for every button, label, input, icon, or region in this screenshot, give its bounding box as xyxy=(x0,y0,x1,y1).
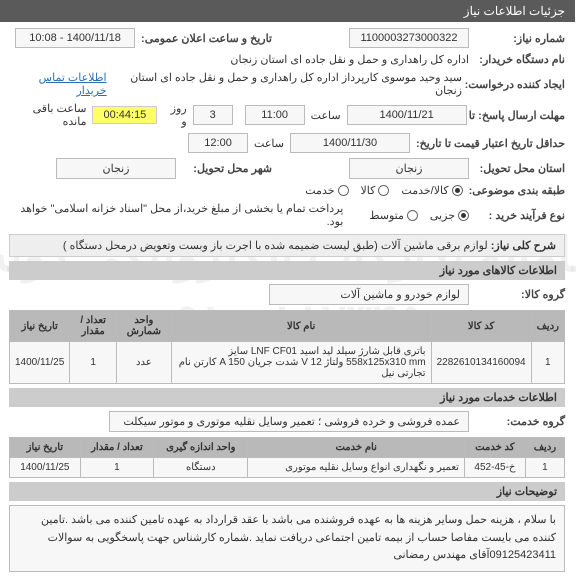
city-value: زنجان xyxy=(57,158,177,179)
subject-class-label: طبقه بندی موضوعی: xyxy=(470,184,566,197)
services-group-value: عمده فروشی و خرده فروشی ؛ تعمیر وسایل نق… xyxy=(110,411,470,432)
remaining-days: 3 xyxy=(194,105,234,125)
requester-value: سید وحید موسوی کارپرداز اداره کل راهداری… xyxy=(114,71,463,97)
radio-service[interactable] xyxy=(339,185,350,196)
page-header: جزئیات اطلاعات نیاز xyxy=(0,0,576,22)
table-row: 1 خ-45-452 تعمیر و نگهداری انواع وسایل ن… xyxy=(11,458,566,478)
province-label: استان محل تحویل: xyxy=(476,162,566,175)
requester-label: ایجاد کننده درخواست: xyxy=(469,78,566,91)
pub-time-value: 1400/11/18 - 10:08 xyxy=(16,28,136,48)
credit-date: 1400/11/30 xyxy=(291,133,411,153)
process-label: نوع فرآیند خرید : xyxy=(476,209,566,222)
province-value: زنجان xyxy=(350,158,470,179)
goods-section-header: اطلاعات کالاهای مورد نیاز xyxy=(10,261,566,280)
process-radios: جزیی متوسط xyxy=(370,209,470,222)
col-row: ردیف xyxy=(532,311,565,342)
page-title: جزئیات اطلاعات نیاز xyxy=(465,4,566,18)
reply-deadline-label: مهلت ارسال پاسخ: تا xyxy=(474,109,566,122)
reply-time-label: ساعت xyxy=(312,109,342,122)
buyer-contact-link[interactable]: اطلاعات تماس خریدار xyxy=(10,71,108,97)
col-qty: تعداد / مقدار xyxy=(71,311,118,342)
need-no-value: 1100003273000322 xyxy=(350,28,470,48)
need-no-label: شماره نیاز: xyxy=(476,32,566,45)
city-label: شهر محل تحویل: xyxy=(183,162,273,175)
need-title-label: شرح کلی نیاز: xyxy=(492,240,557,252)
pub-time-label: تاریخ و ساعت اعلان عمومی: xyxy=(142,32,273,45)
services-group-label: گروه خدمت: xyxy=(476,415,566,428)
need-title-value: لوازم برقی ماشین آلات (طبق لیست ضمیمه شد… xyxy=(64,240,489,252)
need-title-row: شرح کلی نیاز: لوازم برقی ماشین آلات (طبق… xyxy=(10,234,566,257)
services-table: ردیف کد خدمت نام خدمت واحد اندازه گیری ت… xyxy=(10,437,566,478)
explanations-text: با سلام ، هزینه حمل وسایر هزینه ها به عه… xyxy=(10,505,566,572)
col-unit: واحد شمارش xyxy=(117,311,172,342)
radio-minor[interactable] xyxy=(459,210,470,221)
radio-goods-service[interactable] xyxy=(453,185,464,196)
buyer-org-label: نام دستگاه خریدار: xyxy=(476,53,566,66)
remaining-days-label: روز و xyxy=(164,102,187,128)
countdown-timer: 00:44:15 xyxy=(93,106,158,124)
reply-time: 11:00 xyxy=(246,105,306,125)
buyer-org-value: اداره کل راهداری و حمل و نقل جاده ای است… xyxy=(231,53,470,66)
table-row: 1 2282610134160094 باتری قابل شارژ سیلد … xyxy=(11,342,566,384)
goods-group-label: گروه کالا: xyxy=(476,288,566,301)
subject-class-radios: کالا/خدمت کالا خدمت xyxy=(306,184,463,197)
radio-goods[interactable] xyxy=(379,185,390,196)
goods-table: ردیف کد کالا نام کالا واحد شمارش تعداد /… xyxy=(10,310,566,384)
reply-date: 1400/11/21 xyxy=(348,105,468,125)
col-date: تاریخ نیاز xyxy=(11,311,71,342)
radio-medium[interactable] xyxy=(408,210,419,221)
col-code: کد کالا xyxy=(432,311,532,342)
services-section-header: اطلاعات خدمات مورد نیاز xyxy=(10,388,566,407)
col-name: نام کالا xyxy=(172,311,432,342)
credit-time-label: ساعت xyxy=(255,137,285,150)
goods-group-value: لوازم خودرو و ماشین آلات xyxy=(270,284,470,305)
credit-time: 12:00 xyxy=(189,133,249,153)
explanations-header: توضیحات نیاز xyxy=(10,482,566,501)
timer-suffix: ساعت باقی مانده xyxy=(10,102,87,128)
process-note: پرداخت تمام یا بخشی از مبلغ خرید،از محل … xyxy=(10,202,344,228)
credit-label: حداقل تاریخ اعتبار قیمت تا تاریخ: xyxy=(417,137,566,150)
